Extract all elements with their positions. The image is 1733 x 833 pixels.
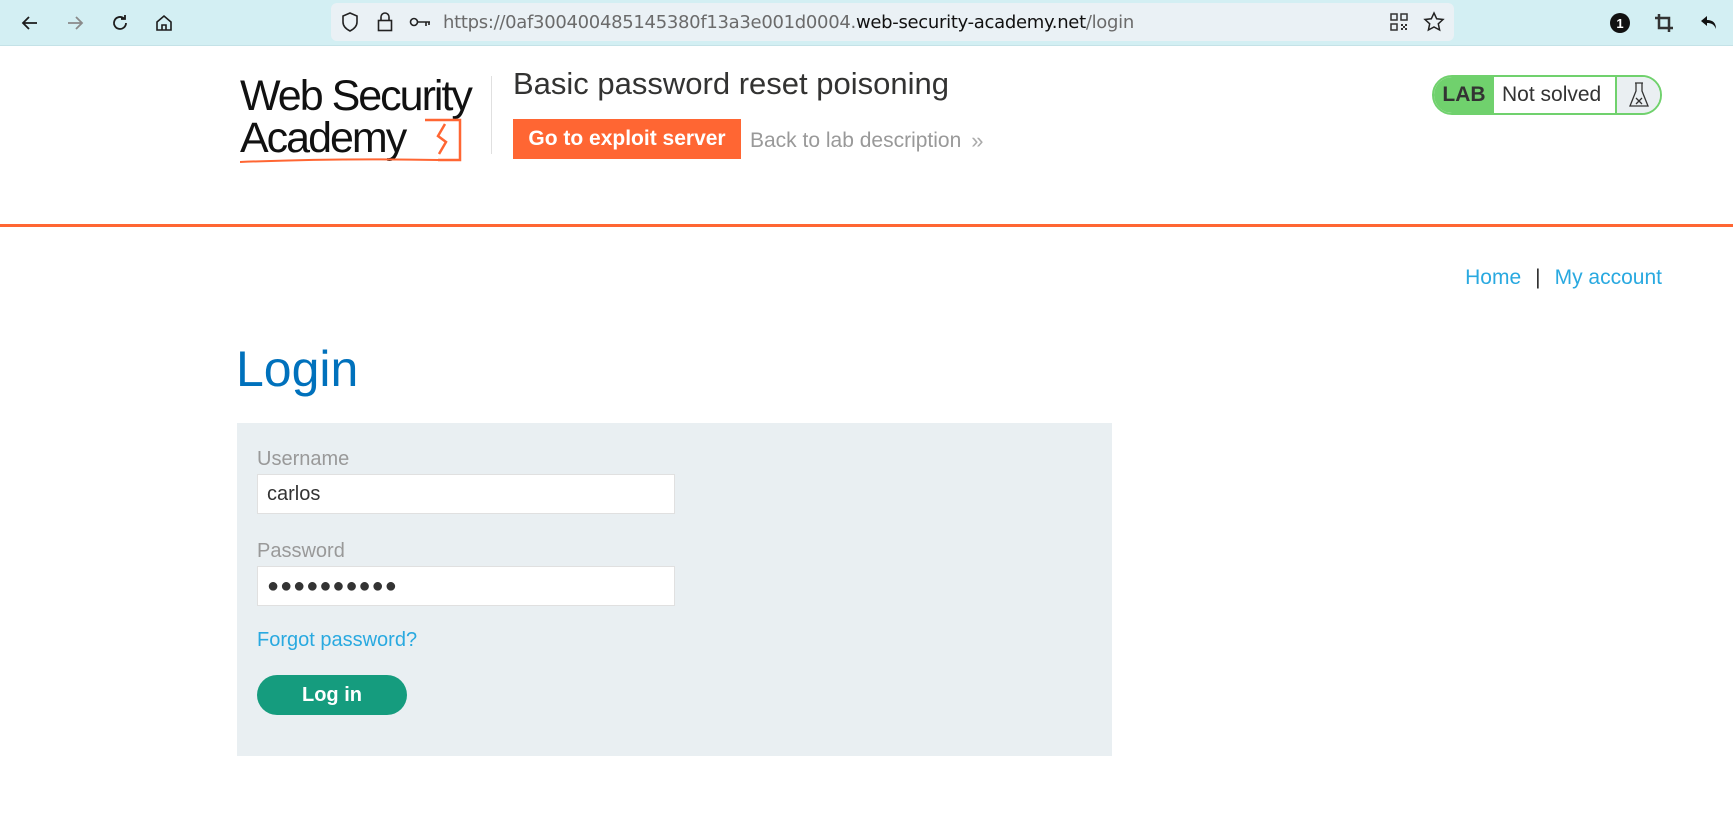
logo-divider (491, 76, 492, 154)
top-nav: Home | My account (1465, 266, 1662, 290)
web-security-academy-logo[interactable]: Web Security Academy (239, 72, 490, 167)
browser-toolbar: https://0af300400485145380f13a3e001d0004… (0, 0, 1733, 46)
nav-my-account-link[interactable]: My account (1555, 266, 1662, 290)
log-in-button[interactable]: Log in (257, 675, 407, 715)
header-divider (0, 224, 1733, 227)
lab-status-text: Not solved (1494, 77, 1617, 113)
logo-line1: Web Security (240, 72, 473, 120)
flask-icon (1617, 77, 1660, 113)
nav-home-link[interactable]: Home (1465, 266, 1521, 290)
url-path: /login (1085, 12, 1134, 33)
username-label: Username (257, 448, 350, 470)
nav-separator: | (1535, 266, 1541, 289)
key-icon[interactable] (409, 11, 431, 33)
url-text[interactable]: https://0af300400485145380f13a3e001d0004… (443, 12, 1134, 33)
go-to-exploit-server-button[interactable]: Go to exploit server (513, 119, 741, 159)
forgot-password-link[interactable]: Forgot password? (257, 629, 417, 652)
bookmark-star-icon[interactable] (1423, 11, 1445, 33)
lab-title: Basic password reset poisoning (513, 66, 949, 101)
shield-icon[interactable] (339, 11, 361, 33)
home-icon[interactable] (152, 11, 176, 35)
notification-count: 1 (1610, 13, 1630, 33)
url-domain: web-security-academy.net (855, 12, 1086, 33)
logo-line2: Academy (240, 114, 408, 162)
url-prefix: https://0af300400485145380f13a3e001d0004… (443, 12, 856, 33)
password-input[interactable]: ●●●●●●●●●● (257, 566, 675, 606)
qr-code-icon[interactable] (1388, 11, 1410, 33)
password-label: Password (257, 540, 345, 562)
lock-icon[interactable] (374, 11, 396, 33)
crop-icon[interactable] (1652, 11, 1676, 35)
lab-label: LAB (1434, 77, 1494, 113)
address-bar[interactable]: https://0af300400485145380f13a3e001d0004… (331, 3, 1454, 41)
back-link-label: Back to lab description (750, 129, 962, 152)
reload-icon[interactable] (108, 11, 132, 35)
undo-arrow-icon[interactable] (1697, 11, 1721, 35)
back-to-lab-description-link[interactable]: Back to lab description » (750, 128, 984, 154)
page-title: Login (236, 341, 359, 397)
lab-status-badge: LAB Not solved (1432, 75, 1662, 115)
back-icon[interactable] (18, 11, 42, 35)
forward-icon[interactable] (63, 11, 87, 35)
logo-bolt-shape (436, 123, 448, 155)
username-input[interactable]: carlos (257, 474, 675, 514)
login-form: Username carlos Password ●●●●●●●●●● Forg… (237, 423, 1112, 756)
double-chevron-right-icon: » (971, 128, 984, 153)
notification-badge-icon[interactable]: 1 (1608, 11, 1632, 35)
